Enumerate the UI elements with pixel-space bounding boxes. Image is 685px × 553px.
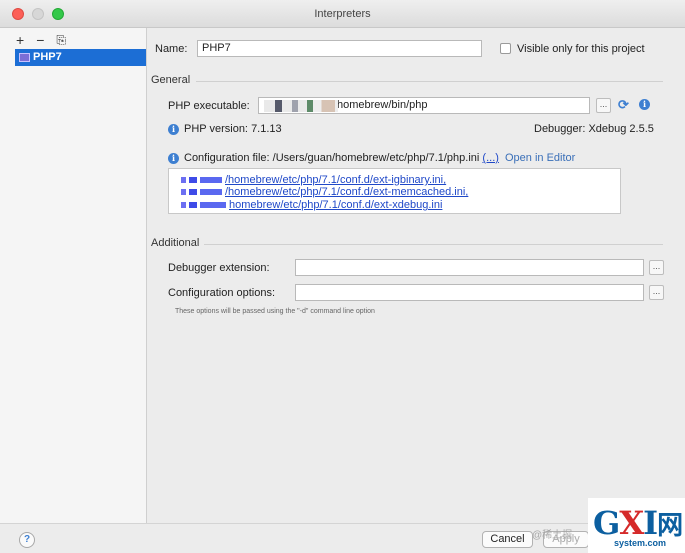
redacted-prefix <box>200 177 222 183</box>
watermark-domain: system.com <box>614 538 667 548</box>
redacted-prefix <box>181 189 186 195</box>
redacted-path-prefix <box>264 100 338 112</box>
interpreter-list-toolbar: + − ⎘ <box>16 33 66 47</box>
ini-file-link[interactable]: /homebrew/etc/php/7.1/conf.d/ext-igbinar… <box>225 174 446 186</box>
debugger-extension-label: Debugger extension: <box>168 262 270 274</box>
reload-interpreter-icon[interactable]: ⟳ <box>618 98 631 111</box>
debugger-label: Debugger: <box>534 123 586 135</box>
configuration-options-hint: These options will be passed using the "… <box>175 308 375 315</box>
php-version-label: PHP version: <box>184 123 248 135</box>
ini-file-row[interactable]: /homebrew/etc/php/7.1/conf.d/ext-igbinar… <box>181 174 446 186</box>
debugger-text: Debugger: Xdebug 2.5.5 <box>534 123 654 135</box>
cancel-button[interactable]: Cancel <box>482 531 533 548</box>
visible-only-label: Visible only for this project <box>517 43 645 55</box>
config-file-label: Configuration file: <box>184 152 270 164</box>
redacted-prefix <box>181 202 186 208</box>
visible-only-checkbox[interactable] <box>500 43 511 54</box>
watermark-letter: G <box>593 504 620 542</box>
sidebar-item-label: PHP7 <box>33 51 62 63</box>
window-title: Interpreters <box>314 8 371 20</box>
additional-ini-files-list: /homebrew/etc/php/7.1/conf.d/ext-igbinar… <box>168 168 621 214</box>
name-label: Name: <box>155 43 188 55</box>
info-icon[interactable]: i <box>639 99 650 110</box>
redacted-prefix <box>189 177 197 183</box>
redacted-prefix <box>181 177 186 183</box>
copy-interpreter-button[interactable]: ⎘ <box>56 33 66 47</box>
configuration-options-label: Configuration options: <box>168 287 276 299</box>
config-file-text: Configuration file: /Users/guan/homebrew… <box>184 152 575 164</box>
configuration-options-browse-button[interactable]: ... <box>649 285 664 300</box>
php-interpreter-icon <box>19 53 30 62</box>
additional-section-label: Additional <box>151 237 200 249</box>
ini-file-row[interactable]: /homebrew/etc/php/7.1/conf.d/ext-memcach… <box>181 186 468 198</box>
watermark-letter: 网 <box>657 511 683 541</box>
title-bar: Interpreters <box>0 0 685 28</box>
php-version-value: 7.1.13 <box>251 123 282 135</box>
configuration-options-input[interactable] <box>295 284 644 301</box>
help-button[interactable]: ? <box>19 532 35 548</box>
open-in-editor-link[interactable]: Open in Editor <box>505 152 575 164</box>
name-input[interactable]: PHP7 <box>197 40 482 57</box>
interpreter-settings: Name: PHP7 Visible only for this project… <box>148 28 685 523</box>
ini-file-row[interactable]: homebrew/etc/php/7.1/conf.d/ext-xdebug.i… <box>181 199 442 211</box>
debugger-value: Xdebug 2.5.5 <box>588 123 654 135</box>
php-version-text: PHP version: 7.1.13 <box>184 123 282 135</box>
additional-divider <box>204 244 663 245</box>
remove-interpreter-button[interactable]: − <box>36 33 44 47</box>
add-interpreter-button[interactable]: + <box>16 33 24 47</box>
php-version-info-icon: i <box>168 124 179 135</box>
watermark-logo-text: GXI网 <box>593 504 683 542</box>
interpreters-dialog: Interpreters + − ⎘ PHP7 Name: PHP7 Visib… <box>0 0 685 553</box>
debugger-extension-browse-button[interactable]: ... <box>649 260 664 275</box>
config-file-path: /Users/guan/homebrew/etc/php/7.1/php.ini <box>272 152 480 164</box>
sidebar-item-php7[interactable]: PHP7 <box>15 49 146 66</box>
ini-file-link[interactable]: homebrew/etc/php/7.1/conf.d/ext-xdebug.i… <box>229 199 442 211</box>
interpreter-list-panel: + − ⎘ PHP7 <box>0 28 147 523</box>
php-executable-browse-button[interactable]: ... <box>596 98 611 113</box>
php-executable-label: PHP executable: <box>168 100 250 112</box>
watermark-letter: I <box>643 504 658 542</box>
general-divider <box>196 81 663 82</box>
redacted-prefix <box>189 202 197 208</box>
config-more-link[interactable]: (...) <box>482 152 499 164</box>
redacted-prefix <box>189 189 197 195</box>
redacted-prefix <box>200 202 226 208</box>
ini-file-link[interactable]: /homebrew/etc/php/7.1/conf.d/ext-memcach… <box>225 186 468 198</box>
dialog-footer: ? Cancel Apply <box>0 523 685 553</box>
watermark-logo: GXI网 system.com <box>588 498 685 553</box>
debugger-extension-input[interactable] <box>295 259 644 276</box>
watermark-faint-text: @稀土掘 <box>532 530 573 541</box>
general-section-label: General <box>151 74 191 86</box>
watermark-letter: X <box>619 504 644 542</box>
config-file-info-icon: i <box>168 153 179 164</box>
redacted-prefix <box>200 189 222 195</box>
